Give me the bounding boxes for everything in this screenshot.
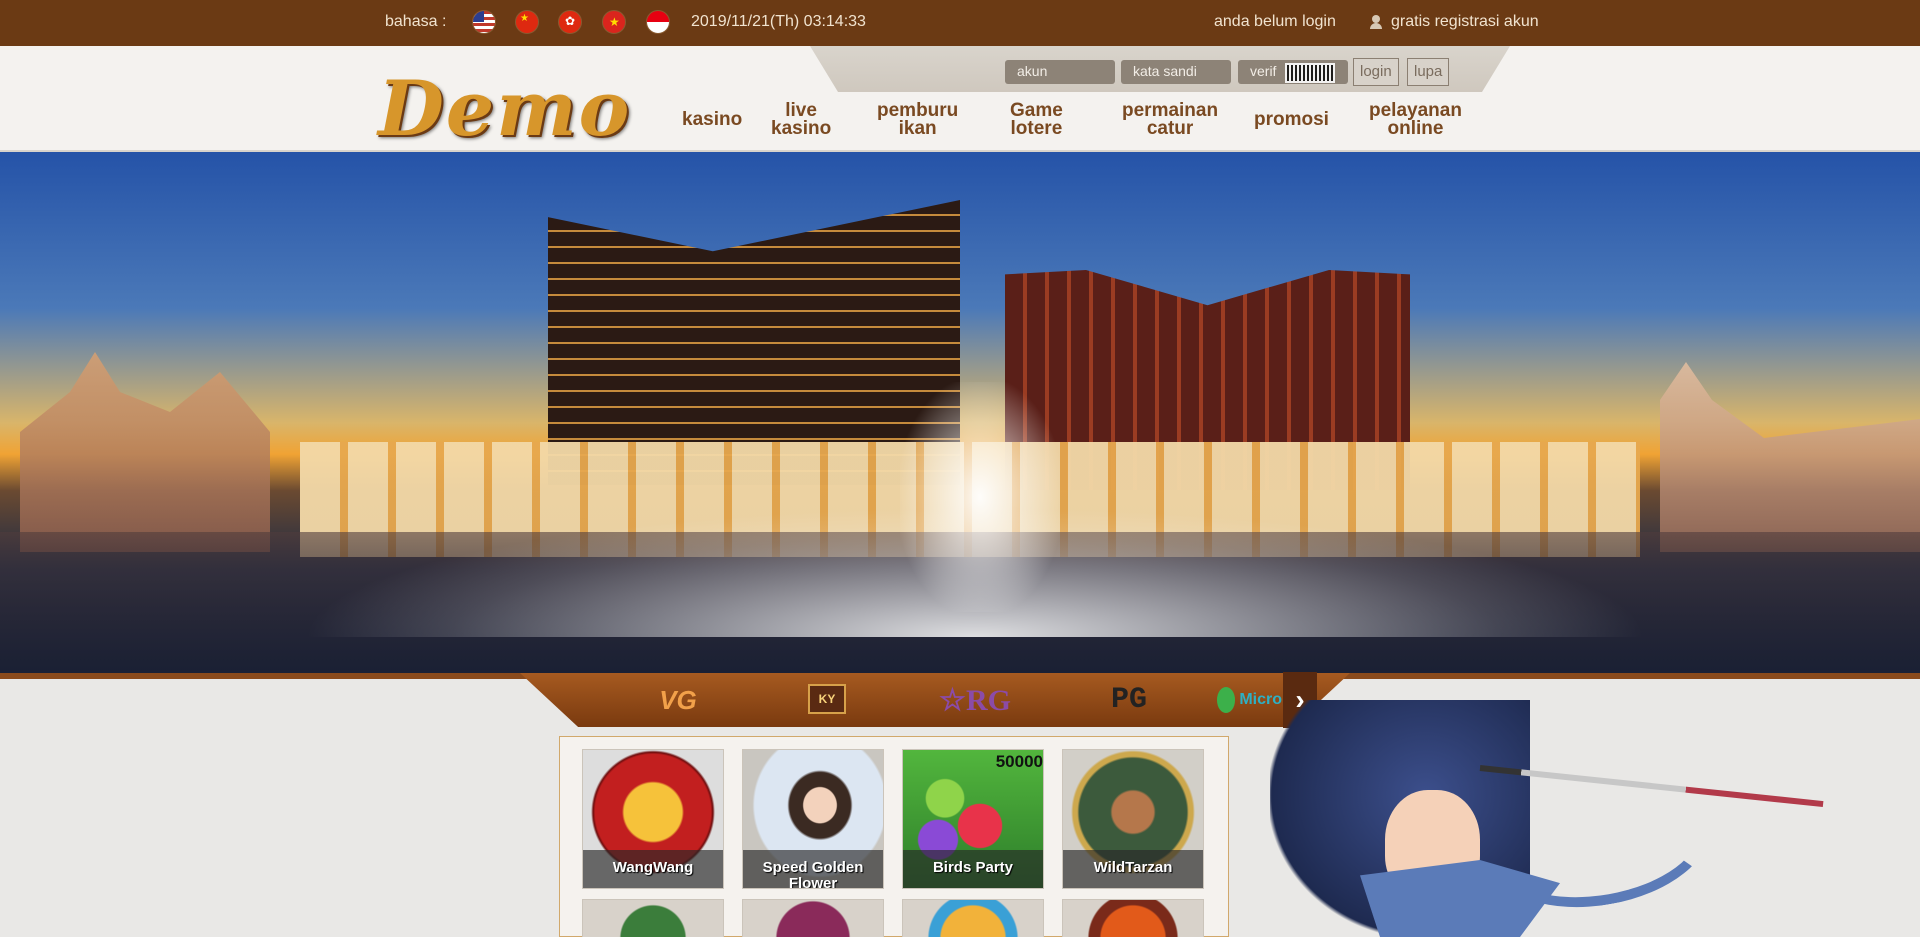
nav-pemburu-ikan[interactable]: pemburu ikan <box>877 101 958 139</box>
game-card-wildtarzan[interactable]: WildTarzan <box>1062 749 1204 889</box>
game-card[interactable] <box>582 899 724 937</box>
nav-pelayanan-online[interactable]: pelayanan online <box>1369 101 1462 139</box>
game-title: Birds Party <box>903 850 1043 888</box>
game-card[interactable] <box>902 899 1044 937</box>
password-input[interactable]: kata sandi <box>1121 60 1231 84</box>
provider-rg-logo[interactable]: ☆RG <box>938 680 1012 720</box>
top-bar: bahasa : 2019/11/21(Th) 03:14:33 anda be… <box>0 0 1920 46</box>
site-logo[interactable]: Demo <box>378 64 631 153</box>
nav-label: online <box>1387 118 1444 139</box>
game-title: Speed Golden Flower <box>743 850 883 888</box>
nav-label: catur <box>1146 118 1194 139</box>
login-button[interactable]: login <box>1353 58 1399 86</box>
nav-label: ikan <box>898 118 937 139</box>
birds-party-badge: 50000 <box>995 752 1043 771</box>
user-icon <box>1369 15 1383 29</box>
palace-illustration-left <box>20 352 270 552</box>
register-link[interactable]: gratis registrasi akun <box>1369 13 1539 31</box>
nav-label: kasino <box>682 109 743 130</box>
server-datetime: 2019/11/21(Th) 03:14:33 <box>691 13 866 30</box>
nav-label: promosi <box>1254 109 1329 130</box>
provider-ky-logo[interactable]: KY <box>808 684 846 714</box>
captcha-image[interactable] <box>1285 63 1335 83</box>
us-flag-icon[interactable] <box>472 10 496 34</box>
ninja-character-illustration <box>1250 680 1850 937</box>
nav-permainan-catur[interactable]: permainan catur <box>1122 101 1218 139</box>
hongkong-flag-icon[interactable] <box>558 10 582 34</box>
provider-vg-logo[interactable]: VG <box>656 680 700 720</box>
nav-game-lotere[interactable]: Game lotere <box>1010 101 1063 139</box>
game-grid-panel: WangWang Speed Golden Flower 50000 Birds… <box>559 736 1229 937</box>
account-input[interactable]: akun <box>1005 60 1115 84</box>
nav-live-kasino[interactable]: live kasino <box>771 101 832 139</box>
nav-label: lotere <box>1010 118 1063 139</box>
register-label: gratis registrasi akun <box>1391 13 1539 30</box>
login-status-text: anda belum login <box>1214 13 1336 30</box>
nav-promosi[interactable]: promosi <box>1254 109 1329 130</box>
game-card[interactable] <box>742 899 884 937</box>
palace-illustration-right <box>1660 362 1920 552</box>
indonesia-flag-icon[interactable] <box>646 10 670 34</box>
forgot-password-button[interactable]: lupa <box>1407 58 1450 86</box>
hero-banner[interactable] <box>0 152 1920 673</box>
game-card-speed-golden-flower[interactable]: Speed Golden Flower <box>742 749 884 889</box>
provider-pg-logo[interactable]: PG <box>1090 680 1168 720</box>
site-header: akun kata sandi verif login lupa Demo ka… <box>0 46 1920 153</box>
game-card-wangwang[interactable]: WangWang <box>582 749 724 889</box>
nav-kasino[interactable]: kasino <box>682 109 743 130</box>
game-title: WangWang <box>583 850 723 888</box>
vietnam-flag-icon[interactable] <box>602 10 626 34</box>
microgaming-icon <box>1217 687 1236 713</box>
china-flag-icon[interactable] <box>515 10 539 34</box>
game-title: WildTarzan <box>1063 850 1203 888</box>
language-label: bahasa : <box>385 13 447 30</box>
fountain-illustration <box>900 382 1060 612</box>
game-card[interactable] <box>1062 899 1204 937</box>
game-card-birds-party[interactable]: 50000 Birds Party <box>902 749 1044 889</box>
nav-label: kasino <box>771 118 832 139</box>
